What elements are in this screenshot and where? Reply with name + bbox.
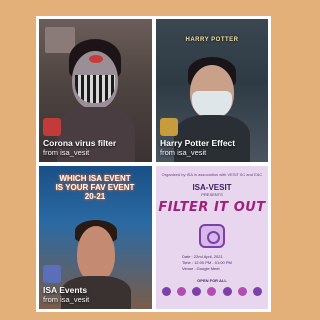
poster-organizer: Organized by ISA in association with VES… — [161, 172, 263, 177]
filter-tile-harry-potter[interactable]: HARRY POTTER Harry Potter Effect from is… — [156, 19, 268, 162]
filter-title: Corona virus filter — [43, 138, 117, 148]
poster-open-for-all: OPEN FOR ALL — [197, 278, 227, 283]
filter-title: ISA Events — [43, 285, 88, 295]
person-face — [77, 226, 115, 282]
filter-author: from isa_vesit — [160, 148, 207, 157]
event-question-banner: WHICH ISA EVENT IS YOUR FAV EVENT 20-21 — [55, 174, 135, 201]
face-mask — [192, 91, 232, 117]
poster-content: Organized by ISA in association with VES… — [156, 166, 268, 309]
social-icon — [207, 287, 217, 296]
filter-badge-icon — [43, 265, 61, 283]
instagram-icon — [199, 224, 225, 248]
filter-badge-icon — [43, 118, 61, 136]
filter-caption: ISA Events from isa_vesit — [43, 285, 148, 305]
filter-author: from isa_vesit — [43, 148, 90, 157]
wall-shelf — [45, 27, 75, 53]
poster-details: Date : 22nd April, 2021 Time : 12:00 PM … — [182, 254, 258, 272]
filter-tile-isa-events[interactable]: WHICH ISA EVENT IS YOUR FAV EVENT 20-21 … — [39, 166, 152, 309]
filter-collage: Corona virus filter from isa_vesit HARRY… — [36, 16, 271, 312]
social-icon — [252, 287, 262, 296]
event-poster-filter-it-out[interactable]: Organized by ISA in association with VES… — [156, 166, 268, 309]
social-icons-row — [162, 287, 262, 296]
poster-venue: Venue : Google Meet — [182, 266, 220, 271]
filter-badge-icon — [160, 118, 178, 136]
poster-headline: FILTER IT OUT — [158, 200, 266, 215]
filter-tile-corona[interactable]: Corona virus filter from isa_vesit — [39, 19, 152, 162]
filter-author: from isa_vesit — [43, 295, 90, 304]
social-icon — [222, 287, 232, 296]
poster-brand: ISA-VESIT — [192, 183, 232, 192]
forehead-virus — [89, 55, 103, 63]
filter-title: Harry Potter Effect — [160, 138, 236, 148]
filter-caption: Corona virus filter from isa_vesit — [43, 138, 148, 158]
social-icon — [177, 287, 187, 296]
poster-presents: PRESENTS — [201, 192, 223, 197]
social-icon — [192, 287, 202, 296]
social-icon — [237, 287, 247, 296]
filter-caption: Harry Potter Effect from isa_vesit — [160, 138, 264, 158]
harry-potter-logo: HARRY POTTER — [185, 37, 239, 43]
social-icon — [162, 287, 171, 296]
